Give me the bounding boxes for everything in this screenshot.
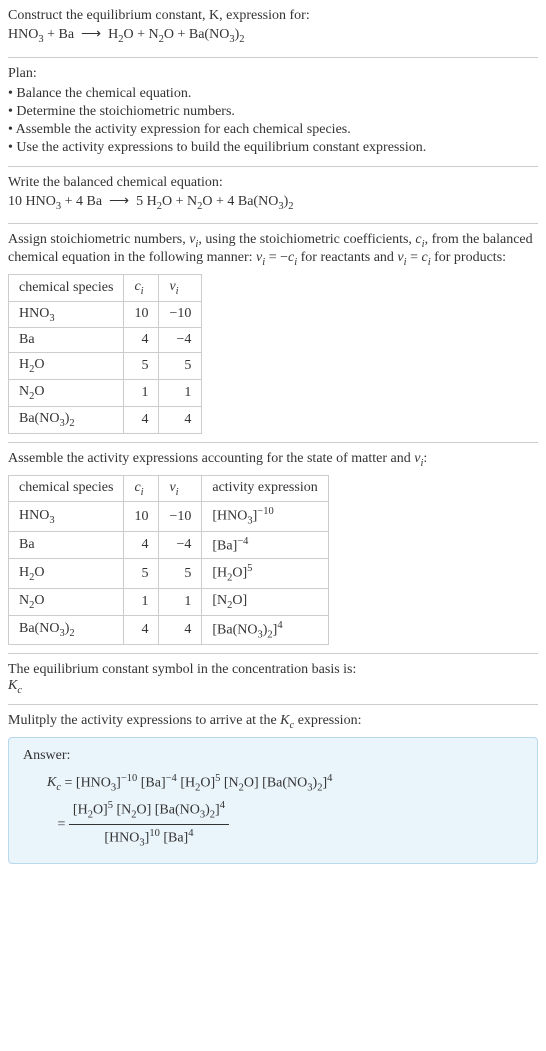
plan-item: Determine the stoichiometric numbers. [8, 104, 538, 120]
plan-list: Balance the chemical equation. Determine… [8, 86, 538, 156]
table-row: Ba 4 −4 [9, 328, 202, 353]
cell-c: 4 [124, 328, 159, 353]
answer-box: Answer: Kc = [HNO3]−10 [Ba]−4 [H2O]5 [N2… [8, 737, 538, 864]
table-row: N2O 1 1 [9, 380, 202, 407]
cell-species: Ba [9, 328, 124, 353]
cell-v: 4 [159, 615, 202, 644]
prompt-equation: HNO3 + Ba ⟶ H2O + N2O + Ba(NO3)2 [8, 24, 538, 49]
stoich-table: chemical species ci νi HNO3 10 −10 Ba 4 … [8, 274, 202, 434]
cell-c: 10 [124, 502, 159, 531]
cell-v: 5 [159, 559, 202, 588]
cell-act: [Ba(NO3)2]4 [202, 615, 328, 644]
balanced-heading: Write the balanced chemical equation: [8, 175, 538, 191]
cell-species: N2O [9, 588, 124, 615]
symbol-kc: Kc [8, 678, 538, 696]
fraction-denominator: [HNO3]10 [Ba]4 [69, 825, 229, 852]
cell-v: −4 [159, 531, 202, 559]
table-row: H2O 5 5 [9, 353, 202, 380]
table-row: Ba(NO3)2 4 4 [Ba(NO3)2]4 [9, 615, 329, 644]
col-act: activity expression [202, 475, 328, 502]
multiply-text: Mulitply the activity expressions to arr… [8, 713, 538, 731]
cell-v: −10 [159, 301, 202, 328]
plan-item: Assemble the activity expression for eac… [8, 122, 538, 138]
answer-label: Answer: [23, 748, 523, 764]
cell-v: 1 [159, 380, 202, 407]
table-row: HNO3 10 −10 [HNO3]−10 [9, 502, 329, 531]
activity-table: chemical species ci νi activity expressi… [8, 475, 329, 646]
answer-line1: Kc = [HNO3]−10 [Ba]−4 [H2O]5 [N2O] [Ba(N… [47, 770, 523, 797]
cell-act: [HNO3]−10 [202, 502, 328, 531]
fraction-numerator: [H2O]5 [N2O] [Ba(NO3)2]4 [69, 797, 229, 825]
fraction: [H2O]5 [N2O] [Ba(NO3)2]4 [HNO3]10 [Ba]4 [69, 797, 229, 853]
plan-item: Use the activity expressions to build th… [8, 140, 538, 156]
cell-species: Ba [9, 531, 124, 559]
col-species: chemical species [9, 475, 124, 502]
table-header-row: chemical species ci νi [9, 274, 202, 301]
cell-c: 5 [124, 353, 159, 380]
table-row: H2O 5 5 [H2O]5 [9, 559, 329, 588]
cell-act: [N2O] [202, 588, 328, 615]
col-v: νi [159, 475, 202, 502]
cell-species: H2O [9, 353, 124, 380]
answer-line2: = [H2O]5 [N2O] [Ba(NO3)2]4 [HNO3]10 [Ba]… [47, 797, 523, 853]
col-c: ci [124, 274, 159, 301]
cell-v: −4 [159, 328, 202, 353]
cell-species: HNO3 [9, 502, 124, 531]
plan-section: Plan: Balance the chemical equation. Det… [8, 57, 538, 166]
table-header-row: chemical species ci νi activity expressi… [9, 475, 329, 502]
cell-c: 10 [124, 301, 159, 328]
symbol-section: The equilibrium constant symbol in the c… [8, 653, 538, 704]
activity-heading: Assemble the activity expressions accoun… [8, 451, 538, 469]
cell-c: 1 [124, 380, 159, 407]
cell-v: 4 [159, 406, 202, 433]
symbol-line1: The equilibrium constant symbol in the c… [8, 662, 538, 678]
table-row: Ba 4 −4 [Ba]−4 [9, 531, 329, 559]
col-species: chemical species [9, 274, 124, 301]
cell-c: 1 [124, 588, 159, 615]
prompt-line1: Construct the equilibrium constant, K, e… [8, 8, 538, 24]
cell-species: H2O [9, 559, 124, 588]
multiply-section: Mulitply the activity expressions to arr… [8, 704, 538, 872]
plan-heading: Plan: [8, 66, 538, 82]
table-row: HNO3 10 −10 [9, 301, 202, 328]
balanced-section: Write the balanced chemical equation: 10… [8, 166, 538, 224]
col-v: νi [159, 274, 202, 301]
cell-v: 1 [159, 588, 202, 615]
cell-c: 4 [124, 615, 159, 644]
cell-c: 5 [124, 559, 159, 588]
plan-item: Balance the chemical equation. [8, 86, 538, 102]
cell-species: Ba(NO3)2 [9, 406, 124, 433]
col-c: ci [124, 475, 159, 502]
cell-v: −10 [159, 502, 202, 531]
stoich-section: Assign stoichiometric numbers, νi, using… [8, 223, 538, 442]
table-row: Ba(NO3)2 4 4 [9, 406, 202, 433]
cell-species: N2O [9, 380, 124, 407]
cell-species: HNO3 [9, 301, 124, 328]
cell-act: [Ba]−4 [202, 531, 328, 559]
cell-act: [H2O]5 [202, 559, 328, 588]
balanced-equation: 10 HNO3 + 4 Ba ⟶ 5 H2O + N2O + 4 Ba(NO3)… [8, 191, 538, 216]
cell-c: 4 [124, 406, 159, 433]
stoich-text: Assign stoichiometric numbers, νi, using… [8, 232, 538, 268]
cell-species: Ba(NO3)2 [9, 615, 124, 644]
prompt-section: Construct the equilibrium constant, K, e… [8, 8, 538, 57]
cell-c: 4 [124, 531, 159, 559]
activity-section: Assemble the activity expressions accoun… [8, 442, 538, 653]
table-row: N2O 1 1 [N2O] [9, 588, 329, 615]
cell-v: 5 [159, 353, 202, 380]
